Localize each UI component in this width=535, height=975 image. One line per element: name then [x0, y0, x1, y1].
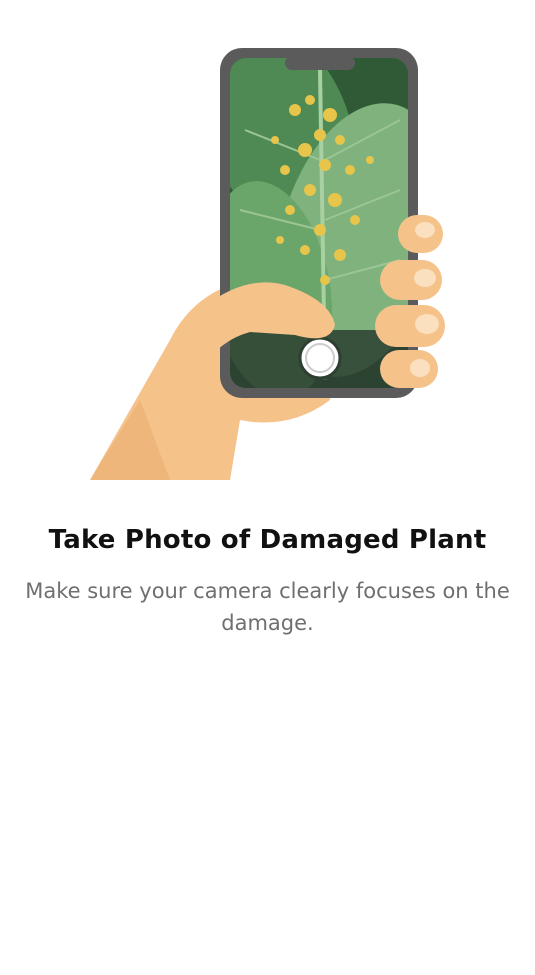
onboarding-description: Make sure your camera clearly focuses on…: [25, 579, 510, 635]
onboarding-screen: Take Photo of Damaged Plant Make sure yo…: [0, 0, 535, 975]
hand-phone-illustration: [80, 40, 460, 490]
hand-holding-phone-icon: [90, 48, 445, 480]
onboarding-title: Take Photo of Damaged Plant: [48, 525, 487, 555]
